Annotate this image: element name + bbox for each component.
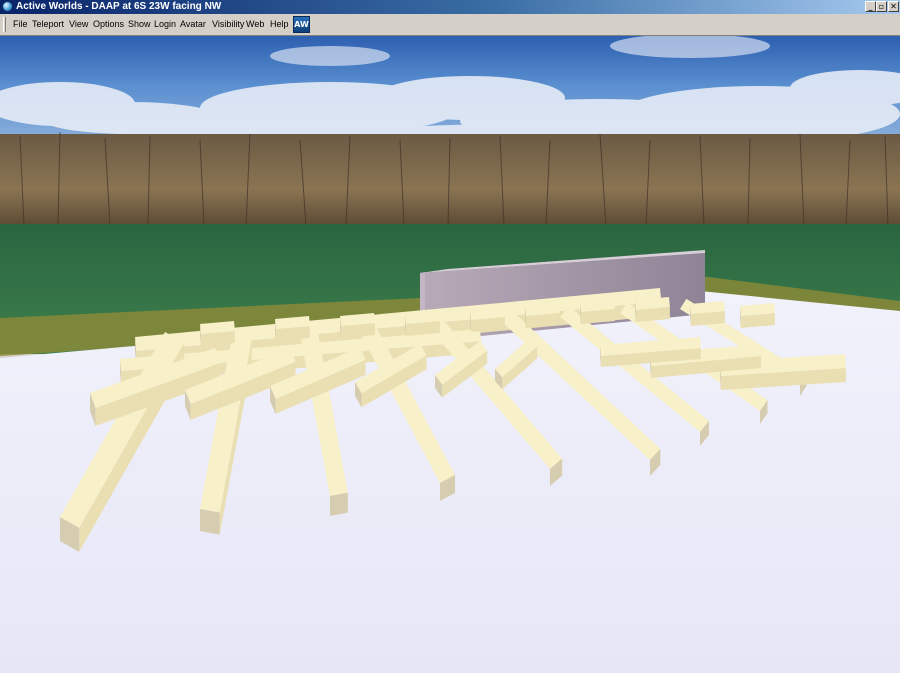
- beam-block: [340, 313, 375, 338]
- close-button[interactable]: ✕: [888, 1, 899, 12]
- beam-block: [635, 297, 670, 322]
- beam-block: [405, 311, 440, 336]
- window-title: Active Worlds - DAAP at 6S 23W facing NW: [16, 1, 222, 12]
- beam-block: [470, 307, 505, 332]
- 3d-viewport[interactable]: [0, 36, 900, 673]
- maximize-button[interactable]: ▫: [876, 1, 887, 12]
- menu-teleport[interactable]: Teleport: [32, 18, 64, 30]
- menu-options[interactable]: Options: [93, 18, 124, 30]
- beam-block: [580, 299, 615, 324]
- aw-logo-icon[interactable]: AW: [293, 16, 310, 33]
- menu-login[interactable]: Login: [154, 18, 176, 30]
- menu-bar: File Teleport View Options Show Login Av…: [0, 14, 900, 36]
- menu-web[interactable]: Web: [246, 18, 264, 30]
- menu-show[interactable]: Show: [128, 18, 151, 30]
- beam-block: [200, 321, 235, 346]
- beam-block: [740, 303, 775, 328]
- 3d-scene[interactable]: [0, 36, 900, 673]
- menu-visibility[interactable]: Visibility: [212, 18, 244, 30]
- toolbar-grip[interactable]: [3, 17, 6, 32]
- beam-block: [690, 301, 725, 326]
- menu-file[interactable]: File: [13, 18, 28, 30]
- menu-avatar[interactable]: Avatar: [180, 18, 206, 30]
- menu-help[interactable]: Help: [270, 18, 289, 30]
- minimize-button[interactable]: _: [865, 1, 876, 12]
- beam-block: [275, 316, 310, 341]
- menu-view[interactable]: View: [69, 18, 88, 30]
- beam-block: [525, 303, 560, 328]
- title-bar[interactable]: Active Worlds - DAAP at 6S 23W facing NW…: [0, 0, 900, 14]
- app-window: Active Worlds - DAAP at 6S 23W facing NW…: [0, 0, 900, 673]
- globe-icon[interactable]: [2, 1, 13, 12]
